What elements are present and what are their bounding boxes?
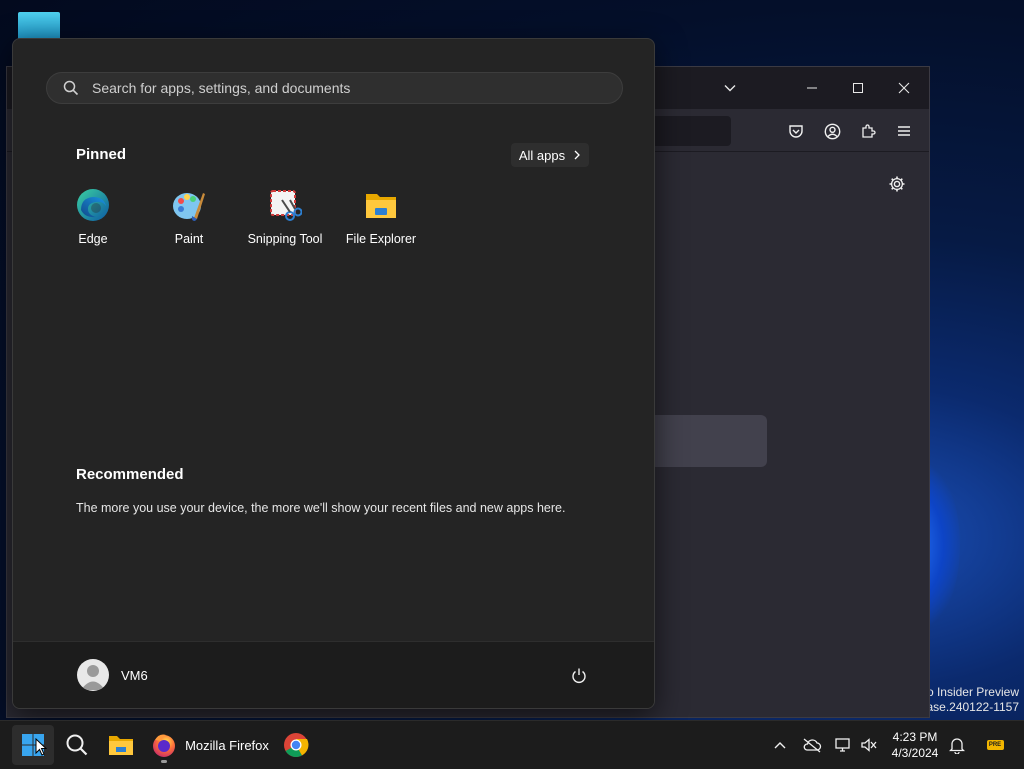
desktop-shortcut-icon[interactable]	[18, 12, 60, 40]
firefox-icon	[153, 734, 176, 757]
mouse-cursor-icon	[35, 738, 47, 756]
minimize-icon	[807, 87, 817, 89]
show-hidden-icons-button[interactable]	[770, 725, 790, 765]
user-icon	[81, 665, 105, 690]
paint-icon	[171, 187, 207, 223]
pinned-app-label: File Explorer	[345, 232, 417, 246]
start-search-box[interactable]	[46, 72, 623, 104]
puzzle-icon	[862, 124, 876, 138]
pocket-button[interactable]	[782, 117, 810, 145]
user-avatar[interactable]	[77, 659, 109, 691]
user-name[interactable]: VM6	[121, 668, 148, 683]
search-icon	[62, 79, 80, 97]
extensions-button[interactable]	[854, 117, 882, 145]
chevron-up-icon	[774, 742, 786, 749]
taskbar-firefox[interactable]: Mozilla Firefox	[148, 725, 272, 765]
power-icon	[572, 668, 586, 683]
pre-badge: PRE	[986, 740, 1004, 750]
taskbar-search-button[interactable]	[58, 725, 96, 765]
start-button[interactable]	[12, 725, 54, 765]
minimize-button[interactable]	[797, 73, 827, 103]
notifications-button[interactable]	[946, 725, 968, 765]
app-menu-button[interactable]	[890, 117, 918, 145]
firefox-taskbar-label: Mozilla Firefox	[185, 737, 269, 753]
pinned-app-label: Paint	[174, 232, 204, 246]
all-apps-label: All apps	[518, 147, 566, 163]
hamburger-icon	[898, 126, 910, 136]
onedrive-button[interactable]	[800, 725, 824, 765]
chevron-down-icon	[724, 85, 736, 92]
search-icon	[66, 734, 88, 756]
address-bar[interactable]	[647, 116, 731, 146]
pinned-app-label: Snipping Tool	[247, 232, 323, 246]
pocket-icon	[789, 125, 803, 138]
volume-muted-icon	[861, 738, 877, 752]
start-footer: VM6	[13, 641, 654, 708]
recommended-empty-message: The more you use your device, the more w…	[76, 501, 566, 515]
chevron-right-icon	[574, 150, 581, 160]
file-explorer-icon	[363, 187, 399, 223]
taskbar-clock[interactable]: 4:23 PM 4/3/2024	[886, 729, 944, 761]
search-input[interactable]	[90, 79, 594, 97]
power-button[interactable]	[565, 662, 593, 690]
cloud-offline-icon	[803, 738, 822, 753]
recommended-heading: Recommended	[76, 466, 184, 483]
pinned-heading: Pinned	[76, 146, 127, 163]
taskbar: Mozilla Firefox 4:23 PM 4/3/2024 PRE	[0, 720, 1024, 769]
account-button[interactable]	[818, 117, 846, 145]
list-all-tabs-button[interactable]	[715, 73, 745, 103]
close-icon	[898, 82, 910, 94]
network-button[interactable]	[832, 725, 854, 765]
pinned-app-file-explorer[interactable]: File Explorer	[333, 187, 429, 251]
running-indicator	[161, 760, 167, 763]
snipping-tool-icon	[267, 187, 303, 223]
watermark-line-1: ro Insider Preview	[922, 685, 1019, 699]
clock-time: 4:23 PM	[892, 730, 938, 744]
pinned-app-edge[interactable]: Edge	[45, 187, 141, 251]
taskbar-file-explorer[interactable]	[102, 725, 140, 765]
maximize-icon	[853, 83, 863, 93]
bell-icon	[949, 737, 965, 754]
start-menu: Pinned All apps Edge	[12, 38, 655, 709]
taskbar-chrome[interactable]	[278, 725, 314, 765]
volume-button[interactable]	[858, 725, 880, 765]
pinned-app-paint[interactable]: Paint	[141, 187, 237, 251]
account-icon	[824, 123, 840, 139]
gear-icon	[889, 176, 905, 192]
watermark-line-2: ease.240122-1157	[919, 700, 1019, 714]
all-apps-button[interactable]: All apps	[511, 143, 589, 167]
clock-date: 4/3/2024	[891, 746, 939, 760]
network-icon	[835, 738, 850, 752]
page-settings-button[interactable]	[884, 171, 910, 197]
pinned-app-label: Edge	[78, 232, 108, 246]
close-button[interactable]	[889, 73, 919, 103]
file-explorer-icon	[109, 736, 133, 755]
edge-icon	[75, 187, 111, 223]
maximize-button[interactable]	[843, 73, 873, 103]
build-watermark: ro Insider Preview ease.240122-1157	[920, 685, 1019, 715]
pinned-app-snipping-tool[interactable]: Snipping Tool	[237, 187, 333, 251]
chrome-icon	[284, 733, 309, 758]
insider-preview-button[interactable]: PRE	[984, 725, 1006, 765]
